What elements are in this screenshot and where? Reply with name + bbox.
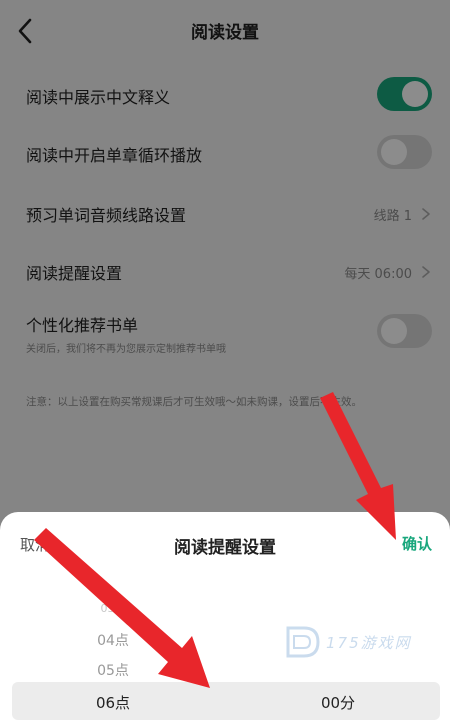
hour-option[interactable]: 05点: [83, 660, 143, 680]
sheet-title: 阅读提醒设置: [174, 538, 276, 558]
hour-option[interactable]: 04点: [83, 630, 143, 650]
hour-selected[interactable]: 06点: [78, 692, 148, 713]
picker-selection-band: [12, 682, 440, 720]
confirm-button[interactable]: 确认: [402, 533, 432, 554]
hour-option[interactable]: 03点: [83, 600, 143, 616]
reminder-picker-sheet: 取消 阅读提醒设置 确认 03点 04点 05点 06点 00分 175游戏网: [0, 512, 450, 720]
minute-selected[interactable]: 00分: [303, 692, 373, 713]
watermark-logo: 175游戏网: [282, 622, 442, 666]
watermark-icon: [286, 626, 320, 658]
watermark-text: 175游戏网: [326, 634, 412, 652]
